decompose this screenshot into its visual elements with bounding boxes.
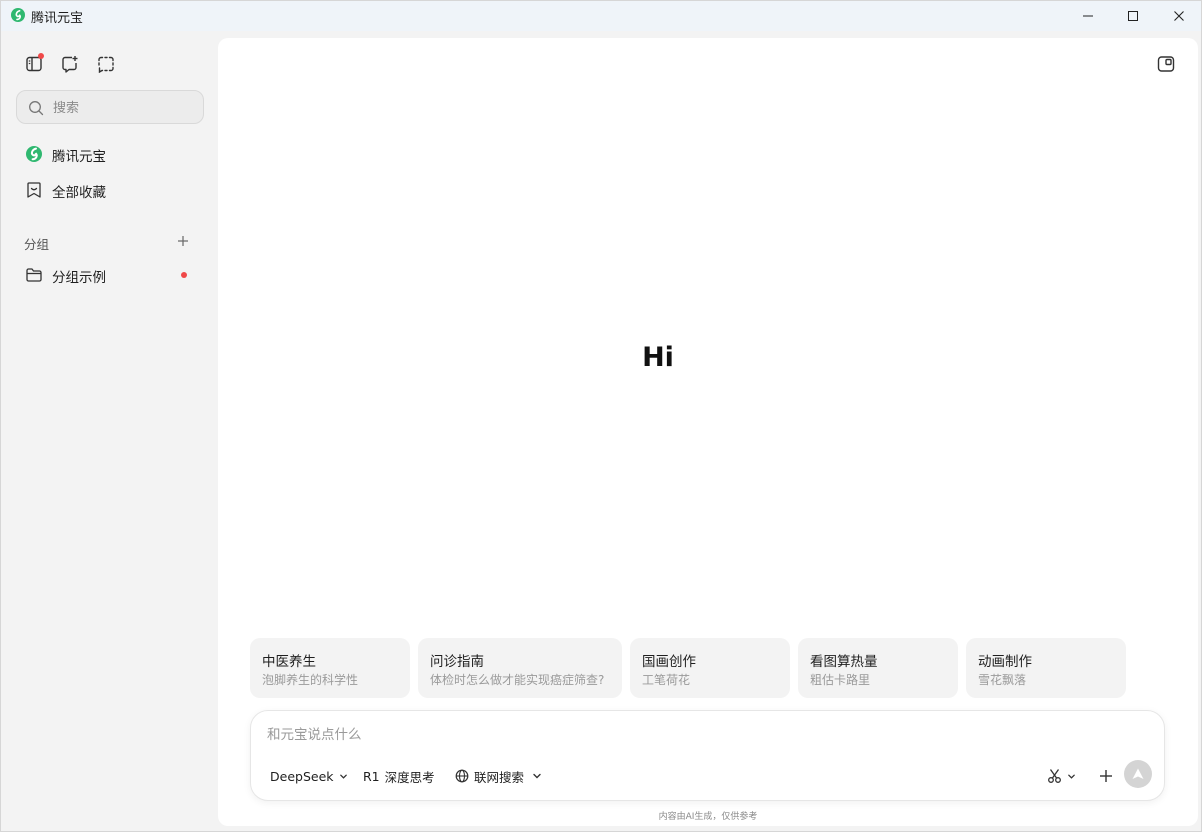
plus-icon (1100, 770, 1112, 782)
suggestion-card[interactable]: 动画制作 雪花飘落 (966, 638, 1126, 698)
chevron-down-icon (533, 773, 541, 779)
suggestion-card[interactable]: 中医养生 泡脚养生的科学性 (250, 638, 410, 698)
suggestion-card[interactable]: 看图算热量 粗估卡路里 (798, 638, 958, 698)
suggestion-card[interactable]: 问诊指南 体检时怎么做才能实现癌症筛查? (418, 638, 622, 698)
notification-dot (38, 53, 44, 59)
card-title: 看图算热量 (810, 654, 878, 670)
card-title: 中医养生 (262, 654, 316, 670)
sidebar-item-label: 腾讯元宝 (52, 149, 106, 165)
send-icon (1132, 768, 1144, 779)
greeting-text: Hi (642, 342, 674, 373)
composer: DeepSeek R1 深度思考 联网搜索 (250, 710, 1165, 801)
card-title: 问诊指南 (430, 654, 484, 670)
main-panel: Hi 中医养生 泡脚养生的科学性 问诊指南 体检时怎么做才能实现癌症筛查? 国画… (218, 38, 1198, 826)
chevron-down-icon (1068, 774, 1075, 779)
close-button[interactable] (1156, 1, 1202, 31)
add-group-button[interactable] (175, 233, 191, 249)
sidebar-item-favorites[interactable]: 全部收藏 (16, 174, 204, 206)
panel-toggle-icon[interactable] (1156, 54, 1176, 74)
plus-icon (178, 236, 188, 246)
card-subtitle: 工笔荷花 (642, 673, 691, 687)
r1-icon: R1 (363, 768, 380, 784)
deep-think-toggle[interactable]: R1 深度思考 (363, 765, 435, 787)
web-search-toggle[interactable]: 联网搜索 (455, 765, 542, 787)
bookmark-icon (25, 181, 43, 199)
sidebar-item-group-example[interactable]: 分组示例 (16, 259, 204, 291)
web-search-label: 联网搜索 (474, 769, 525, 785)
scissors-button[interactable] (1047, 765, 1076, 787)
scissors-icon (1048, 769, 1061, 783)
sidebar-item-label: 分组示例 (52, 270, 106, 286)
search-icon (28, 100, 44, 116)
group-header: 分组 (24, 237, 50, 252)
card-subtitle: 体检时怎么做才能实现癌症筛查? (430, 673, 605, 687)
card-title: 国画创作 (642, 654, 696, 670)
minimize-button[interactable] (1065, 1, 1111, 31)
sidebar-toggle-icon[interactable] (23, 53, 45, 75)
ai-disclaimer: 内容由AI生成，仅供参考 (658, 812, 758, 822)
search-input[interactable] (53, 98, 193, 118)
folder-icon (25, 266, 43, 284)
sidebar-item-yuanbao[interactable]: 腾讯元宝 (16, 138, 204, 170)
card-title: 动画制作 (978, 654, 1032, 670)
card-subtitle: 粗估卡路里 (810, 673, 871, 687)
chevron-down-icon (339, 774, 347, 779)
model-selector[interactable]: DeepSeek (270, 765, 348, 787)
card-subtitle: 泡脚养生的科学性 (262, 673, 359, 687)
window-title: 腾讯元宝 (31, 11, 84, 26)
deep-think-label: 深度思考 (384, 769, 435, 785)
add-attachment-button[interactable] (1095, 765, 1117, 787)
notification-dot (181, 272, 187, 278)
sidebar-item-label: 全部收藏 (52, 185, 106, 201)
screenshot-icon[interactable] (95, 53, 117, 75)
new-chat-icon[interactable] (59, 53, 81, 75)
message-input[interactable] (267, 725, 1127, 745)
app-logo-icon (11, 8, 25, 22)
model-label: DeepSeek (270, 768, 334, 784)
send-button[interactable] (1124, 760, 1152, 788)
title-bar: 腾讯元宝 (1, 1, 1201, 31)
sidebar: 腾讯元宝 全部收藏 分组 分组示例 (1, 31, 217, 831)
maximize-button[interactable] (1110, 1, 1156, 31)
yuanbao-logo-icon (25, 145, 43, 163)
globe-icon (455, 769, 469, 783)
suggestion-card[interactable]: 国画创作 工笔荷花 (630, 638, 790, 698)
search-box[interactable] (16, 90, 204, 124)
card-subtitle: 雪花飘落 (978, 673, 1027, 687)
